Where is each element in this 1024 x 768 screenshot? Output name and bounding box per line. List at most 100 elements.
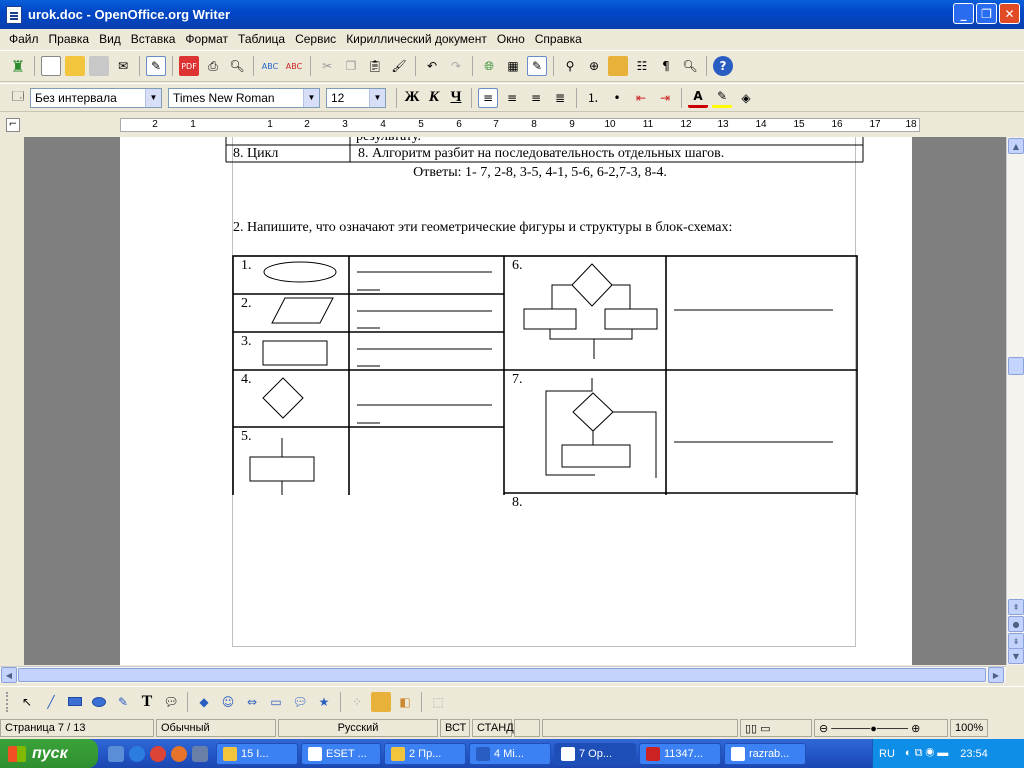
- paragraph-style-select[interactable]: Без интервала ▼: [30, 87, 162, 108]
- selection-mode-indicator[interactable]: СТАНД: [472, 719, 514, 737]
- new-document-icon[interactable]: [41, 56, 61, 76]
- scroll-up-icon[interactable]: ▲: [1008, 138, 1024, 154]
- ellipse-icon[interactable]: [89, 692, 109, 712]
- menu-cyrillic[interactable]: Кириллический документ: [341, 32, 492, 46]
- background-color-icon[interactable]: ◈: [736, 88, 756, 108]
- navigation-icon[interactable]: ●: [1008, 616, 1024, 632]
- page[interactable]: результату. 8. Цикл 8. Алгоритм разбит н…: [120, 137, 912, 665]
- menu-format[interactable]: Формат: [180, 32, 233, 46]
- fontwork-gallery-icon[interactable]: ◧: [395, 692, 415, 712]
- rectangle-icon[interactable]: [65, 692, 85, 712]
- align-center-icon[interactable]: ≡: [502, 88, 522, 108]
- underline-button[interactable]: Ч: [445, 87, 467, 109]
- taskbar-item[interactable]: ESET ...: [301, 742, 381, 765]
- text-icon[interactable]: T: [137, 692, 157, 712]
- taskbar-item[interactable]: 11347...: [639, 742, 721, 765]
- undo-icon[interactable]: ↶: [422, 56, 442, 76]
- scroll-right-icon[interactable]: ▶: [988, 667, 1004, 683]
- callouts-icon[interactable]: 💬︎: [290, 692, 310, 712]
- highlighting-icon[interactable]: ✎: [712, 88, 732, 108]
- vertical-scrollbar[interactable]: ▲ ⇞ ● ⇟ ▼: [1006, 137, 1024, 665]
- firefox-icon[interactable]: [171, 745, 187, 762]
- email-icon[interactable]: ✉: [113, 56, 133, 76]
- block-arrows-icon[interactable]: ⇔: [242, 692, 262, 712]
- language-indicator[interactable]: RU: [879, 748, 895, 760]
- binoculars-icon[interactable]: ♜: [8, 56, 28, 76]
- font-size-select[interactable]: 12 ▼: [326, 87, 386, 108]
- minimize-button[interactable]: _: [953, 3, 974, 24]
- page-indicator[interactable]: Страница 7 / 13: [0, 719, 154, 737]
- help-icon[interactable]: ?: [713, 56, 733, 76]
- view-layout-icon[interactable]: ▯▯ ▭: [740, 719, 812, 737]
- taskbar-item[interactable]: 15 I...: [216, 742, 298, 765]
- ie-icon[interactable]: [129, 745, 145, 762]
- numbering-icon[interactable]: ⒈: [583, 88, 603, 108]
- menu-window[interactable]: Окно: [492, 32, 530, 46]
- open-folder-icon[interactable]: [65, 56, 85, 76]
- flowchart-icon[interactable]: ▭: [266, 692, 286, 712]
- scroll-thumb[interactable]: [18, 668, 986, 682]
- clock[interactable]: 23:54: [960, 748, 988, 760]
- tab-stop-selector[interactable]: ⌐: [6, 118, 20, 132]
- copy-icon[interactable]: ❐: [341, 56, 361, 76]
- zoom-slider[interactable]: ⊖ ─────●──── ⊕: [814, 719, 948, 737]
- close-button[interactable]: ✕: [999, 3, 1020, 24]
- navigator-icon[interactable]: ⊕: [584, 56, 604, 76]
- font-color-icon[interactable]: A: [688, 88, 708, 108]
- prev-page-icon[interactable]: ⇞: [1008, 599, 1024, 615]
- save-icon[interactable]: [89, 56, 109, 76]
- taskbar-item[interactable]: razrab...: [724, 742, 806, 765]
- horizontal-scrollbar[interactable]: ◀ ▶: [0, 666, 1006, 683]
- show-desktop-icon[interactable]: [108, 745, 124, 762]
- hyperlink-icon[interactable]: 🌐︎: [479, 56, 499, 76]
- stars-icon[interactable]: ★: [314, 692, 334, 712]
- spellcheck-icon[interactable]: ABC: [260, 56, 280, 76]
- nonprinting-chars-icon[interactable]: ¶: [656, 56, 676, 76]
- table-icon[interactable]: ▦: [503, 56, 523, 76]
- redo-icon[interactable]: ↷: [446, 56, 466, 76]
- restore-button[interactable]: ❐: [976, 3, 997, 24]
- chevron-down-icon[interactable]: ▼: [303, 88, 319, 107]
- menu-view[interactable]: Вид: [94, 32, 126, 46]
- menu-file[interactable]: Файл: [4, 32, 44, 46]
- bullets-icon[interactable]: •: [607, 88, 627, 108]
- insert-mode-indicator[interactable]: ВСТ: [440, 719, 470, 737]
- align-left-icon[interactable]: ≡: [478, 87, 498, 108]
- chevron-down-icon[interactable]: ▼: [145, 88, 161, 107]
- scroll-thumb[interactable]: [1008, 357, 1024, 375]
- language-indicator[interactable]: Русский: [278, 719, 438, 737]
- document-canvas[interactable]: результату. 8. Цикл 8. Алгоритм разбит н…: [24, 137, 1006, 665]
- find-replace-icon[interactable]: ⚲: [560, 56, 580, 76]
- quicklaunch-expand-icon[interactable]: [192, 745, 208, 762]
- next-page-icon[interactable]: ⇟: [1008, 633, 1024, 649]
- points-icon[interactable]: ⁘: [347, 692, 367, 712]
- align-right-icon[interactable]: ≡: [526, 88, 546, 108]
- extrusion-icon[interactable]: ⬚: [428, 692, 448, 712]
- tray-icons[interactable]: ◐ ⧉ ◉ ▬: [905, 747, 948, 760]
- italic-button[interactable]: К: [423, 87, 445, 109]
- paste-icon[interactable]: 📋︎: [365, 56, 385, 76]
- start-button[interactable]: пуск: [0, 739, 98, 768]
- freeform-icon[interactable]: ✎: [113, 692, 133, 712]
- edit-mode-icon[interactable]: ✎: [146, 56, 166, 76]
- taskbar-item[interactable]: 7 Op...: [554, 742, 636, 765]
- taskbar-item[interactable]: 2 Пр...: [384, 742, 466, 765]
- menu-insert[interactable]: Вставка: [126, 32, 181, 46]
- from-file-icon[interactable]: [371, 691, 391, 712]
- format-paintbrush-icon[interactable]: 🖌︎: [389, 56, 409, 76]
- symbol-shapes-icon[interactable]: ☺: [218, 692, 238, 712]
- menu-table[interactable]: Таблица: [233, 32, 290, 46]
- line-icon[interactable]: ╱: [41, 692, 61, 712]
- print-preview-icon[interactable]: 🔍︎: [227, 56, 247, 76]
- callout-icon[interactable]: 💬︎: [161, 692, 181, 712]
- zoom-value[interactable]: 100%: [950, 719, 988, 737]
- pdf-export-icon[interactable]: PDF: [179, 56, 199, 76]
- increase-indent-icon[interactable]: ⇥: [655, 88, 675, 108]
- bold-button[interactable]: Ж: [401, 87, 423, 109]
- menu-edit[interactable]: Правка: [44, 32, 95, 46]
- page-style-indicator[interactable]: Обычный: [156, 719, 276, 737]
- menu-help[interactable]: Справка: [530, 32, 587, 46]
- scroll-down-icon[interactable]: ▼: [1008, 648, 1024, 664]
- basic-shapes-icon[interactable]: ◆: [194, 692, 214, 712]
- scroll-left-icon[interactable]: ◀: [1, 667, 17, 683]
